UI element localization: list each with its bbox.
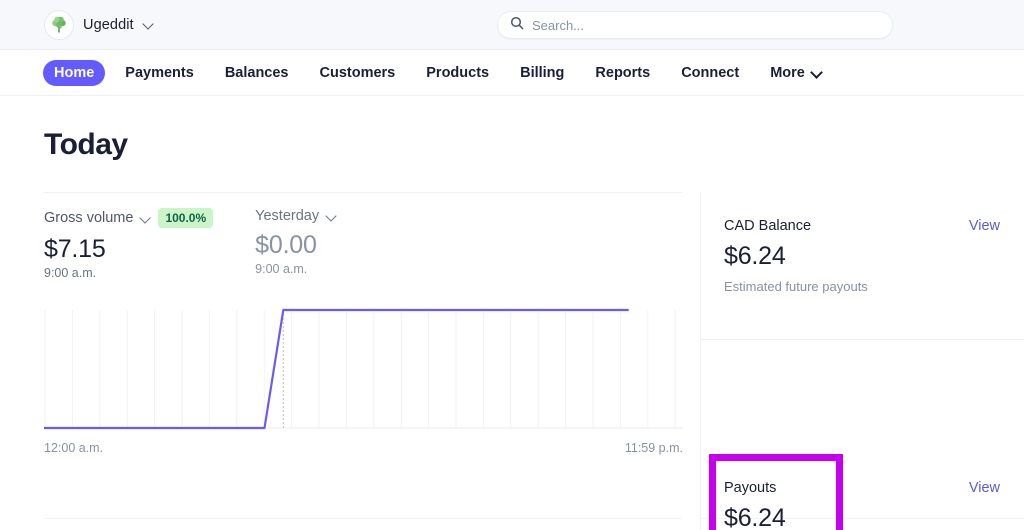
metric-gross-volume: Gross volume 100.0% $7.15 9:00 a.m. <box>44 208 213 280</box>
nav-item-label: Customers <box>320 65 396 81</box>
top-header-bar: Ugeddit <box>0 0 1024 50</box>
nav-item-home[interactable]: Home <box>43 60 105 86</box>
chevron-down-icon[interactable] <box>140 213 151 224</box>
main-content: Today Gross volume 100.0% $7.15 9:00 a.m… <box>0 96 1024 530</box>
tree-logo-icon <box>44 10 74 40</box>
divider-top <box>44 192 682 193</box>
metric-value: $0.00 <box>255 231 337 260</box>
metrics-row: Gross volume 100.0% $7.15 9:00 a.m. Yest… <box>44 208 337 280</box>
nav-item-customers[interactable]: Customers <box>309 60 407 86</box>
metric-timestamp: 9:00 a.m. <box>44 266 213 280</box>
nav-item-more[interactable]: More <box>759 60 833 86</box>
metric-label: Yesterday <box>255 208 319 224</box>
divider-panel-middle <box>701 339 1024 340</box>
brand-account-switcher[interactable]: Ugeddit <box>44 10 154 40</box>
nav-item-connect[interactable]: Connect <box>670 60 750 86</box>
nav-item-label: Home <box>54 65 94 81</box>
chart-axis-labels: 12:00 a.m. 11:59 p.m. <box>44 441 683 455</box>
nav-item-balances[interactable]: Balances <box>214 60 300 86</box>
nav-item-label: Billing <box>520 65 564 81</box>
nav-item-label: Payments <box>125 65 194 81</box>
view-link[interactable]: View <box>969 480 1000 496</box>
nav-item-payments[interactable]: Payments <box>114 60 205 86</box>
metric-header: Gross volume 100.0% <box>44 208 213 228</box>
brand-name: Ugeddit <box>83 17 134 33</box>
nav-item-label: Balances <box>225 65 289 81</box>
divider-bottom-left <box>44 518 682 519</box>
nav-item-label: More <box>770 65 805 81</box>
search-container[interactable] <box>497 11 893 39</box>
search-input[interactable] <box>532 12 880 38</box>
nav-item-products[interactable]: Products <box>415 60 500 86</box>
card-title: Payouts <box>724 480 776 496</box>
page-title: Today <box>44 128 128 162</box>
axis-label-start: 12:00 a.m. <box>44 441 103 455</box>
metric-header: Yesterday <box>255 208 337 224</box>
card-title: CAD Balance <box>724 218 811 234</box>
card-cad-balance: CAD Balance View $6.24 Estimated future … <box>700 192 1024 294</box>
chevron-down-icon[interactable] <box>143 19 154 30</box>
nav-item-reports[interactable]: Reports <box>584 60 661 86</box>
card-value: $6.24 <box>724 504 1000 530</box>
nav-item-billing[interactable]: Billing <box>509 60 575 86</box>
chevron-down-icon <box>812 68 822 78</box>
metric-timestamp: 9:00 a.m. <box>255 262 337 276</box>
view-link[interactable]: View <box>969 218 1000 234</box>
nav-item-label: Products <box>426 65 489 81</box>
nav-item-label: Connect <box>681 65 739 81</box>
card-header: Payouts View <box>724 480 1000 496</box>
card-header: CAD Balance View <box>724 218 1000 234</box>
search-box[interactable] <box>497 11 893 39</box>
metric-label: Gross volume <box>44 210 133 226</box>
card-payouts: Payouts View $6.24 Expected Feb. 9 <box>700 454 1024 530</box>
card-value: $6.24 <box>724 242 1000 271</box>
card-subtitle: Estimated future payouts <box>724 279 1000 294</box>
chevron-down-icon[interactable] <box>326 211 337 222</box>
status-badge: 100.0% <box>158 208 213 228</box>
gross-volume-chart[interactable] <box>44 304 683 438</box>
axis-label-end: 11:59 p.m. <box>625 441 683 455</box>
search-icon <box>510 16 524 35</box>
metric-value: $7.15 <box>44 235 213 264</box>
main-navigation: Home Payments Balances Customers Product… <box>0 50 1024 96</box>
metric-yesterday: Yesterday $0.00 9:00 a.m. <box>255 208 337 280</box>
nav-item-label: Reports <box>595 65 650 81</box>
